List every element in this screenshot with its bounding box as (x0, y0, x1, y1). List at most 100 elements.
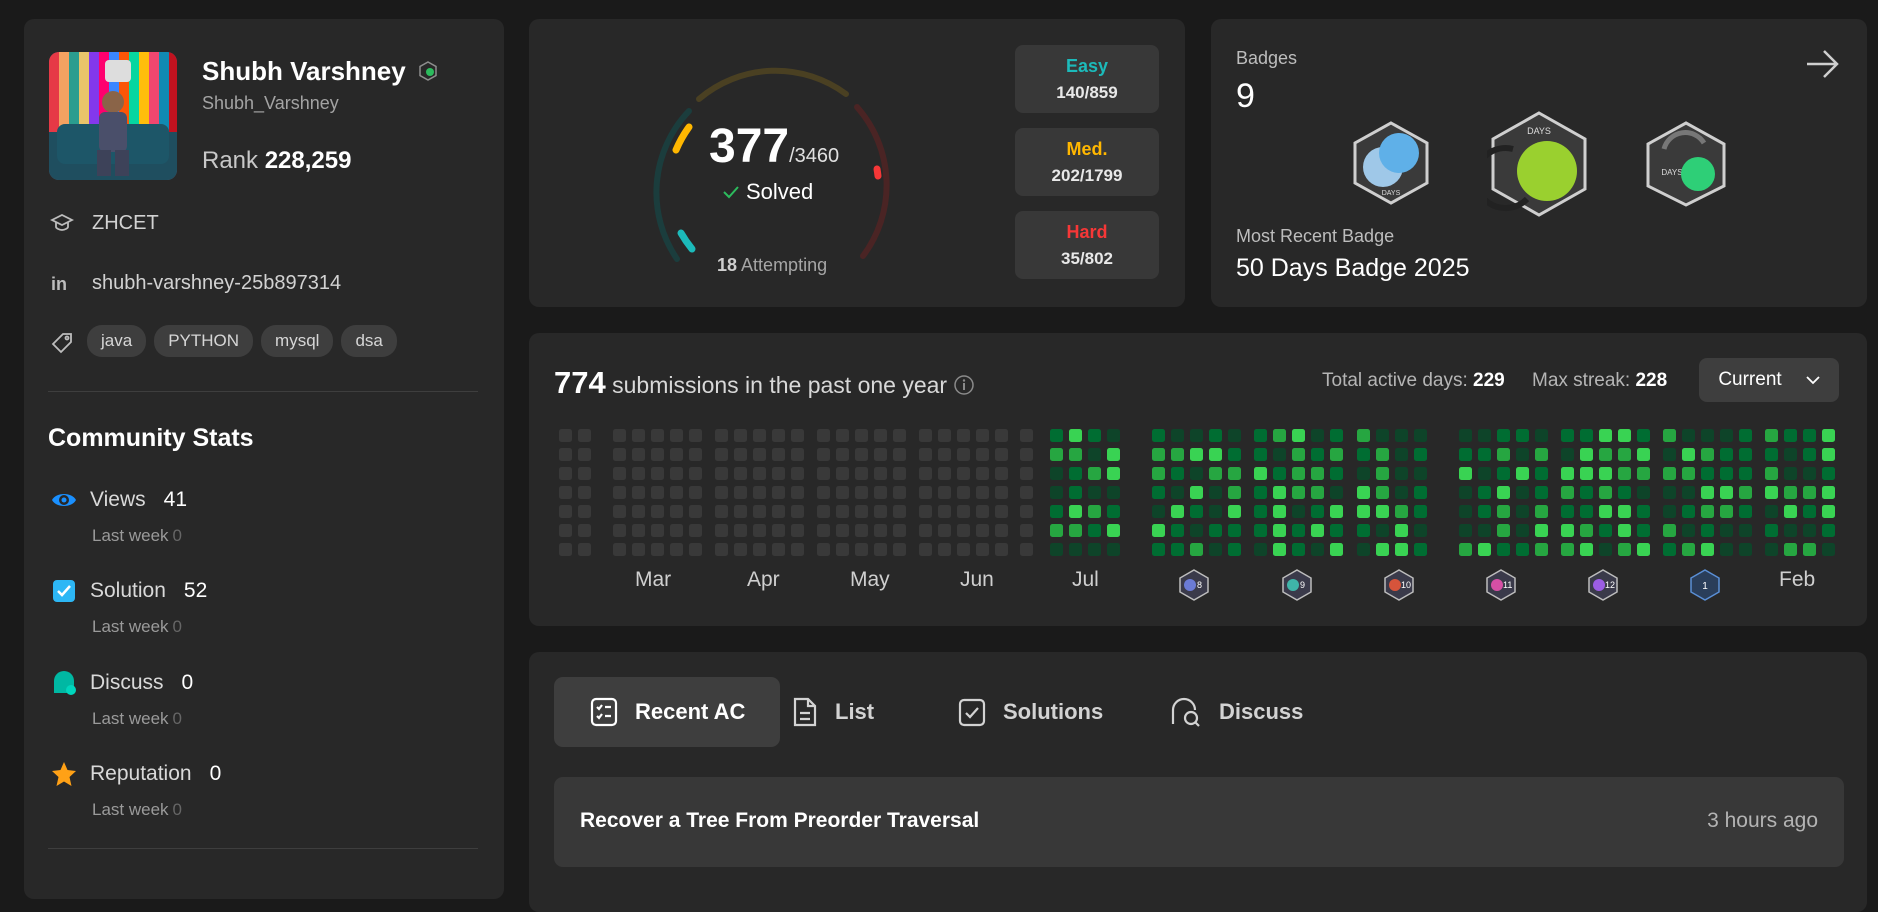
heatmap-cell[interactable] (1209, 505, 1222, 518)
heatmap-cell[interactable] (1292, 448, 1305, 461)
heatmap-cell[interactable] (1088, 429, 1101, 442)
heatmap-cell[interactable] (1088, 505, 1101, 518)
heatmap-cell[interactable] (1720, 505, 1733, 518)
heatmap-cell[interactable] (1330, 467, 1343, 480)
heatmap-cell[interactable] (1050, 524, 1063, 537)
heatmap-cell[interactable] (791, 429, 804, 442)
heatmap-cell[interactable] (1152, 467, 1165, 480)
heatmap-cell[interactable] (995, 448, 1008, 461)
heatmap-cell[interactable] (1395, 467, 1408, 480)
heatmap-cell[interactable] (1765, 505, 1778, 518)
heatmap-cell[interactable] (957, 429, 970, 442)
heatmap-cell[interactable] (1050, 486, 1063, 499)
heatmap-cell[interactable] (1663, 486, 1676, 499)
monthly-badge-icon[interactable]: 9 (1280, 568, 1314, 602)
heatmap-cell[interactable] (613, 467, 626, 480)
arrow-right-icon[interactable] (1804, 47, 1842, 81)
heatmap-cell[interactable] (836, 429, 849, 442)
heatmap-cell[interactable] (1516, 524, 1529, 537)
heatmap-cell[interactable] (1069, 429, 1082, 442)
heatmap-cell[interactable] (1535, 524, 1548, 537)
heatmap-cell[interactable] (772, 505, 785, 518)
heatmap-cell[interactable] (613, 505, 626, 518)
heatmap-cell[interactable] (651, 486, 664, 499)
heatmap-cell[interactable] (715, 486, 728, 499)
heatmap-cell[interactable] (1618, 429, 1631, 442)
heatmap-cell[interactable] (1209, 448, 1222, 461)
heatmap-cell[interactable] (791, 486, 804, 499)
monthly-badge-icon[interactable]: 10 (1382, 568, 1416, 602)
heatmap-cell[interactable] (1682, 505, 1695, 518)
heatmap-cell[interactable] (651, 543, 664, 556)
heatmap-cell[interactable] (1803, 467, 1816, 480)
heatmap-cell[interactable] (1376, 467, 1389, 480)
heatmap-cell[interactable] (1580, 486, 1593, 499)
heatmap-cell[interactable] (1535, 505, 1548, 518)
heatmap-cell[interactable] (995, 543, 1008, 556)
heatmap-cell[interactable] (1765, 486, 1778, 499)
heatmap-cell[interactable] (1497, 543, 1510, 556)
monthly-badge-icon[interactable]: 8 (1177, 568, 1211, 602)
heatmap-cell[interactable] (1330, 543, 1343, 556)
heatmap-cell[interactable] (1376, 448, 1389, 461)
heatmap-cell[interactable] (1273, 486, 1286, 499)
heatmap-cell[interactable] (715, 543, 728, 556)
heatmap-cell[interactable] (1701, 486, 1714, 499)
heatmap-cell[interactable] (893, 524, 906, 537)
heatmap-cell[interactable] (1739, 467, 1752, 480)
heatmap-cell[interactable] (772, 448, 785, 461)
heatmap-cell[interactable] (632, 543, 645, 556)
heatmap-cell[interactable] (1637, 543, 1650, 556)
heatmap-cell[interactable] (1395, 543, 1408, 556)
heatmap-cell[interactable] (1171, 505, 1184, 518)
heatmap-cell[interactable] (1254, 448, 1267, 461)
heatmap-cell[interactable] (1822, 543, 1835, 556)
heatmap-cell[interactable] (1459, 467, 1472, 480)
heatmap-cell[interactable] (1459, 543, 1472, 556)
heatmap-cell[interactable] (1414, 543, 1427, 556)
tab-discuss[interactable]: Discuss (1134, 677, 1338, 747)
heatmap-cell[interactable] (651, 524, 664, 537)
heatmap-cell[interactable] (1739, 505, 1752, 518)
heatmap-cell[interactable] (1330, 524, 1343, 537)
heatmap-cell[interactable] (1561, 448, 1574, 461)
difficulty-hard[interactable]: Hard 35/802 (1015, 211, 1159, 279)
heatmap-cell[interactable] (1292, 467, 1305, 480)
heatmap-cell[interactable] (817, 486, 830, 499)
heatmap-cell[interactable] (976, 505, 989, 518)
heatmap-cell[interactable] (1228, 486, 1241, 499)
heatmap-cell[interactable] (1190, 543, 1203, 556)
heatmap-cell[interactable] (1561, 486, 1574, 499)
heatmap-cell[interactable] (1273, 448, 1286, 461)
heatmap-cell[interactable] (734, 467, 747, 480)
heatmap-cell[interactable] (1190, 524, 1203, 537)
heatmap-cell[interactable] (1720, 524, 1733, 537)
heatmap-cell[interactable] (1497, 486, 1510, 499)
heatmap-cell[interactable] (995, 505, 1008, 518)
tab-list[interactable]: List (756, 677, 909, 747)
heatmap-cell[interactable] (578, 429, 591, 442)
heatmap-cell[interactable] (1535, 543, 1548, 556)
heatmap-cell[interactable] (689, 448, 702, 461)
heatmap-cell[interactable] (1088, 448, 1101, 461)
heatmap-cell[interactable] (1765, 429, 1778, 442)
heatmap-cell[interactable] (874, 467, 887, 480)
heatmap-cell[interactable] (1765, 524, 1778, 537)
heatmap-cell[interactable] (1357, 429, 1370, 442)
tab-recent-ac[interactable]: Recent AC (554, 677, 781, 747)
heatmap-cell[interactable] (1618, 543, 1631, 556)
heatmap-cell[interactable] (1599, 524, 1612, 537)
heatmap-cell[interactable] (1171, 429, 1184, 442)
heatmap-cell[interactable] (874, 524, 887, 537)
heatmap-cell[interactable] (957, 524, 970, 537)
heatmap-cell[interactable] (1254, 524, 1267, 537)
heatmap-cell[interactable] (1171, 448, 1184, 461)
heatmap-cell[interactable] (651, 429, 664, 442)
heatmap-cell[interactable] (1069, 543, 1082, 556)
heatmap-cell[interactable] (1739, 486, 1752, 499)
heatmap-cell[interactable] (1803, 429, 1816, 442)
heatmap-cell[interactable] (1050, 448, 1063, 461)
heatmap-cell[interactable] (1171, 467, 1184, 480)
heatmap-cell[interactable] (1478, 429, 1491, 442)
heatmap-cell[interactable] (578, 448, 591, 461)
